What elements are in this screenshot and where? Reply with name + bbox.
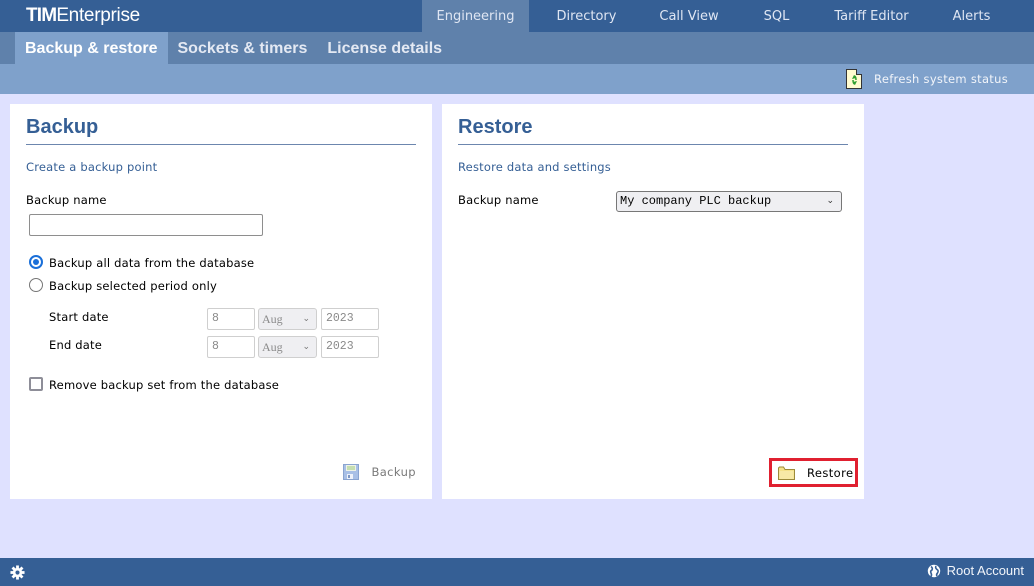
refresh-system-status-button[interactable]: Refresh system status: [846, 69, 1008, 89]
start-year-input[interactable]: 2023: [321, 308, 379, 330]
gear-icon[interactable]: [10, 565, 25, 583]
remove-backup-label[interactable]: Remove backup set from the database: [49, 378, 279, 392]
app-logo: TIMEnterprise: [26, 5, 140, 27]
radio-backup-period[interactable]: [29, 278, 43, 292]
footer-bar: Root Account: [0, 558, 1034, 586]
nav-tab-alerts[interactable]: Alerts: [924, 0, 1019, 32]
restore-backup-name-label: Backup name: [458, 193, 539, 207]
radio-backup-all[interactable]: [29, 255, 43, 269]
backup-name-label: Backup name: [26, 193, 107, 207]
backup-divider: [26, 144, 416, 145]
backup-name-input[interactable]: [29, 214, 263, 236]
nav-tab-directory[interactable]: Directory: [529, 0, 644, 32]
radio-backup-period-label[interactable]: Backup selected period only: [49, 279, 217, 293]
refresh-label: Refresh system status: [874, 72, 1008, 86]
root-account-link[interactable]: Root Account: [927, 563, 1024, 578]
restore-subtitle: Restore data and settings: [458, 160, 612, 174]
chevron-down-icon: ⌄: [826, 196, 834, 206]
start-date-label: Start date: [49, 310, 109, 324]
backup-title: Backup: [26, 116, 99, 138]
account-label: Root Account: [946, 563, 1024, 578]
sub-nav-bar: Backup & restore Sockets & timers Licens…: [0, 32, 1034, 64]
restore-button[interactable]: Restore: [769, 458, 858, 487]
logo-text: Enterprise: [56, 5, 140, 26]
subnav-tab-license-details[interactable]: License details: [317, 32, 452, 64]
end-month-value: Aug: [262, 340, 283, 354]
end-year-input[interactable]: 2023: [321, 336, 379, 358]
nav-tab-tariff-editor[interactable]: Tariff Editor: [819, 0, 924, 32]
subnav-tab-sockets-timers[interactable]: Sockets & timers: [168, 32, 318, 64]
chevron-down-icon: ⌄: [302, 342, 310, 352]
restore-divider: [458, 144, 848, 145]
nav-tab-engineering[interactable]: Engineering: [422, 0, 529, 32]
main-nav: Engineering Directory Call View SQL Tari…: [422, 0, 1019, 32]
backup-button[interactable]: Backup: [343, 464, 416, 480]
sub-nav: Backup & restore Sockets & timers Licens…: [15, 32, 452, 64]
subnav-tab-backup-restore[interactable]: Backup & restore: [15, 32, 168, 64]
backup-subtitle: Create a backup point: [26, 160, 158, 174]
backup-button-label: Backup: [371, 465, 416, 479]
radio-backup-all-label[interactable]: Backup all data from the database: [49, 256, 254, 270]
remove-backup-checkbox[interactable]: [29, 377, 43, 391]
end-month-select[interactable]: Aug ⌄: [258, 336, 317, 358]
toolbar: Refresh system status: [0, 64, 1034, 94]
floppy-disk-icon: [343, 464, 360, 480]
backup-panel: Backup Create a backup point Backup name…: [10, 104, 432, 499]
globe-icon: [927, 564, 940, 577]
start-day-input[interactable]: 8: [207, 308, 255, 330]
nav-tab-call-view[interactable]: Call View: [644, 0, 734, 32]
restore-button-label: Restore: [807, 465, 854, 480]
restore-backup-selected: My company PLC backup: [620, 194, 772, 208]
refresh-document-icon: [846, 69, 863, 89]
logo-bold: TIM: [26, 5, 57, 26]
nav-tab-sql[interactable]: SQL: [734, 0, 819, 32]
restore-backup-select[interactable]: My company PLC backup ⌄: [616, 191, 842, 212]
restore-title: Restore: [458, 116, 533, 138]
folder-icon: [778, 466, 795, 480]
restore-panel: Restore Restore data and settings Backup…: [442, 104, 864, 499]
end-day-input[interactable]: 8: [207, 336, 255, 358]
chevron-down-icon: ⌄: [302, 314, 310, 324]
start-month-select[interactable]: Aug ⌄: [258, 308, 317, 330]
start-month-value: Aug: [262, 312, 283, 326]
top-header: TIMEnterprise Engineering Directory Call…: [0, 0, 1034, 32]
end-date-label: End date: [49, 338, 103, 352]
